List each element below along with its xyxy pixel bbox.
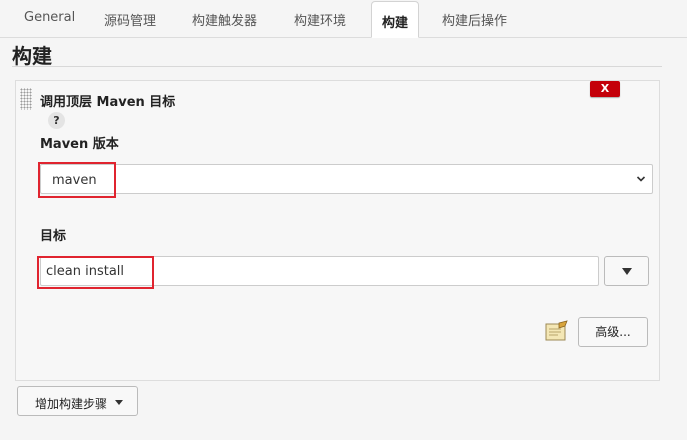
- help-icon[interactable]: ?: [48, 112, 65, 129]
- advanced-button[interactable]: 高级...: [578, 317, 648, 347]
- tab-source-code-management[interactable]: 源码管理: [104, 10, 156, 29]
- add-build-step-button[interactable]: 增加构建步骤: [17, 386, 138, 416]
- goals-input[interactable]: clean install: [40, 256, 599, 286]
- chevron-down-icon: [636, 176, 646, 182]
- tab-build-triggers[interactable]: 构建触发器: [192, 10, 257, 29]
- tab-general[interactable]: General: [24, 10, 75, 25]
- maven-version-selected: maven: [52, 173, 97, 188]
- section-divider: [12, 66, 662, 67]
- goals-label: 目标: [40, 229, 67, 244]
- build-step-title: 调用顶层 Maven 目标: [40, 95, 176, 110]
- section-title: 构建: [12, 44, 52, 68]
- caret-down-icon: [622, 268, 632, 275]
- expand-goals-button[interactable]: [604, 256, 649, 286]
- add-build-step-label: 增加构建步骤: [35, 397, 108, 411]
- tab-post-build-actions[interactable]: 构建后操作: [442, 10, 507, 29]
- tab-bar: General 源码管理 构建触发器 构建环境 构建 构建后操作: [0, 0, 687, 38]
- caret-down-icon: [115, 400, 123, 405]
- maven-version-select[interactable]: maven: [40, 164, 653, 194]
- tab-build[interactable]: 构建: [371, 1, 420, 38]
- goals-input-value: clean install: [46, 264, 125, 279]
- drag-handle-icon[interactable]: [20, 88, 32, 110]
- maven-version-label: Maven 版本: [40, 137, 119, 152]
- delete-step-button[interactable]: X: [590, 81, 620, 97]
- notepad-icon[interactable]: [545, 320, 569, 342]
- tab-build-environment[interactable]: 构建环境: [294, 10, 346, 29]
